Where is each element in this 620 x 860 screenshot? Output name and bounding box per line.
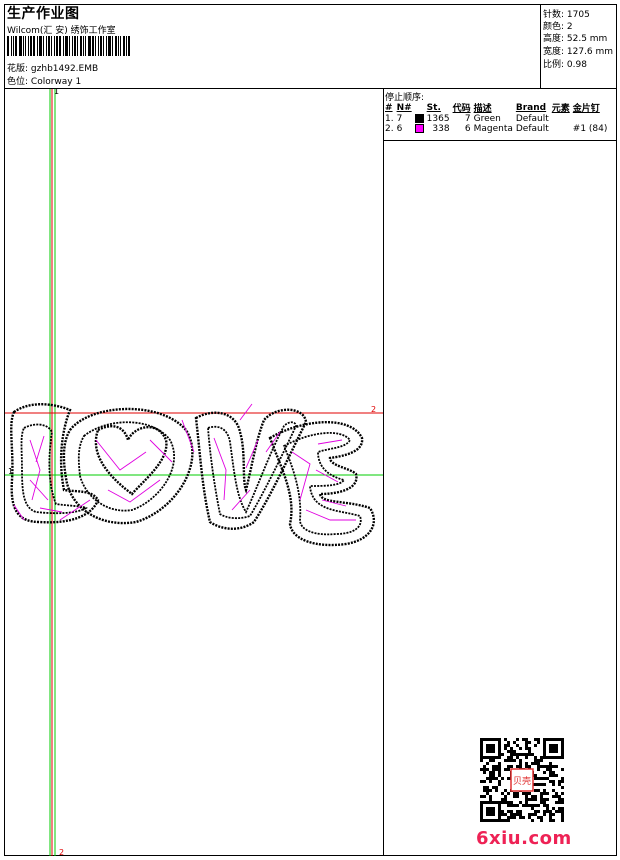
embroidery-design <box>5 89 383 856</box>
vertical-guide-start-label: 1 <box>54 87 60 96</box>
qr-stamp-text: 贝壳 <box>513 775 531 787</box>
horizontal-guide-start-label: 1 <box>8 467 14 476</box>
satin-inner <box>20 421 362 536</box>
horizontal-guide-end-label: 2 <box>371 405 377 414</box>
vertical-guide-end-label: 2 <box>59 848 65 857</box>
qr-code: 贝壳 <box>480 738 564 822</box>
watermark: 6xiu.com <box>476 828 572 849</box>
